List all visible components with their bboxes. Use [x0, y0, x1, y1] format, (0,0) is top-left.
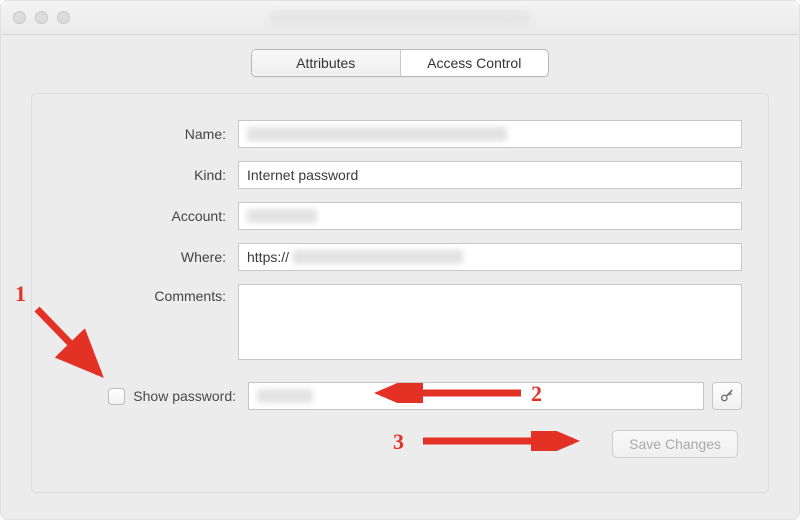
password-field[interactable]: [248, 382, 704, 410]
attributes-grid: Name: Kind: Internet password Account: W…: [58, 120, 742, 360]
window-title: [270, 11, 530, 25]
tab-attributes[interactable]: Attributes: [252, 50, 400, 76]
zoom-window-button[interactable]: [57, 11, 70, 24]
redacted-value: [247, 209, 317, 223]
show-password-checkbox[interactable]: [108, 388, 125, 405]
minimize-window-button[interactable]: [35, 11, 48, 24]
account-label: Account:: [172, 208, 228, 224]
window-controls: [13, 11, 70, 24]
tab-label: Access Control: [427, 55, 521, 71]
redacted-value: [293, 250, 463, 264]
kind-field[interactable]: Internet password: [238, 161, 742, 189]
attributes-panel: Name: Kind: Internet password Account: W…: [31, 93, 769, 493]
name-label: Name:: [185, 126, 228, 142]
comments-field[interactable]: [238, 284, 742, 360]
where-label: Where:: [181, 249, 228, 265]
button-label: Save Changes: [629, 436, 721, 452]
name-field[interactable]: [238, 120, 742, 148]
show-password-row: Show password:: [58, 382, 742, 410]
tab-segmented-control: Attributes Access Control: [251, 49, 549, 77]
show-password-control: Show password:: [58, 388, 238, 405]
close-window-button[interactable]: [13, 11, 26, 24]
show-password-label: Show password:: [133, 388, 236, 404]
save-changes-button[interactable]: Save Changes: [612, 430, 738, 458]
redacted-value: [257, 389, 313, 403]
panel-footer: Save Changes: [58, 430, 742, 458]
redacted-value: [247, 127, 507, 141]
annotation-number-1: 1: [15, 281, 26, 307]
kind-value: Internet password: [247, 167, 358, 183]
comments-label: Comments:: [154, 284, 228, 304]
where-prefix: https://: [247, 249, 289, 265]
window-titlebar: [1, 1, 799, 35]
key-icon: [719, 388, 735, 404]
tab-access-control[interactable]: Access Control: [400, 50, 549, 76]
password-assistant-button[interactable]: [712, 382, 742, 410]
tab-label: Attributes: [296, 55, 355, 71]
account-field[interactable]: [238, 202, 742, 230]
kind-label: Kind:: [194, 167, 228, 183]
where-field[interactable]: https://: [238, 243, 742, 271]
keychain-item-window: Attributes Access Control Name: Kind: In…: [0, 0, 800, 520]
